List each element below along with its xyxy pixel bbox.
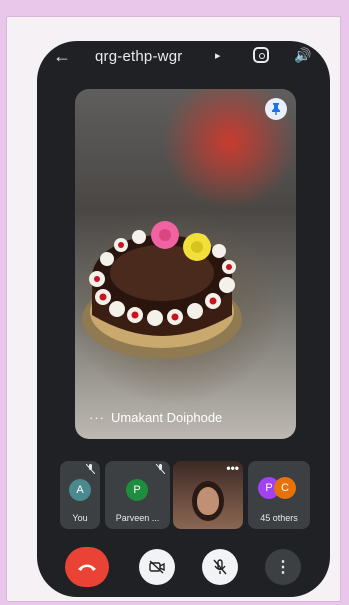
participant-label: You [72,513,88,523]
speaker-icon[interactable]: 🔊 [294,47,311,64]
main-video[interactable]: ··· Umakant Doiphode [75,89,296,439]
participant-strip: A You P Parveen ... ••• P C 45 others [60,461,310,529]
participant-label: 45 others [260,513,298,523]
call-controls: ⋮ [37,545,330,589]
participant-face [197,487,219,515]
top-bar: ← qrg-ethp-wgr ▸ 🔊 [37,41,330,75]
back-arrow-icon[interactable]: ← [53,46,71,67]
more-options-icon[interactable]: ••• [226,461,239,475]
meeting-code[interactable]: qrg-ethp-wgr [95,48,182,65]
participant-tile-you[interactable]: A You [60,461,100,529]
more-options-button[interactable]: ⋮ [265,549,301,585]
participant-tile-others[interactable]: P C 45 others [248,461,310,529]
pin-icon[interactable] [265,98,287,120]
end-call-icon [78,564,96,571]
avatar: A [69,479,91,501]
avatar: P [126,479,148,501]
chevron-right-icon[interactable]: ▸ [215,49,221,62]
participant-tile-camera[interactable]: ••• [173,461,243,529]
mic-off-icon [155,463,166,476]
participant-tile-parveen[interactable]: P Parveen ... [105,461,170,529]
mic-off-icon [85,463,96,476]
more-options-icon[interactable]: ··· [89,410,105,425]
cake-image [82,221,242,359]
phone-screen: ← qrg-ethp-wgr ▸ 🔊 ··· Umakant Doiphode … [37,41,330,597]
camera-off-icon [149,560,165,574]
mic-off-icon [213,559,227,575]
camera-toggle-button[interactable] [139,549,175,585]
mic-toggle-button[interactable] [202,549,238,585]
participant-name: Umakant Doiphode [111,410,223,425]
participant-label: Parveen ... [115,513,160,523]
end-call-button[interactable] [65,547,109,587]
speaker-name-label: ··· Umakant Doiphode [89,410,222,425]
switch-camera-icon[interactable] [253,47,269,63]
avatar: C [274,477,296,499]
